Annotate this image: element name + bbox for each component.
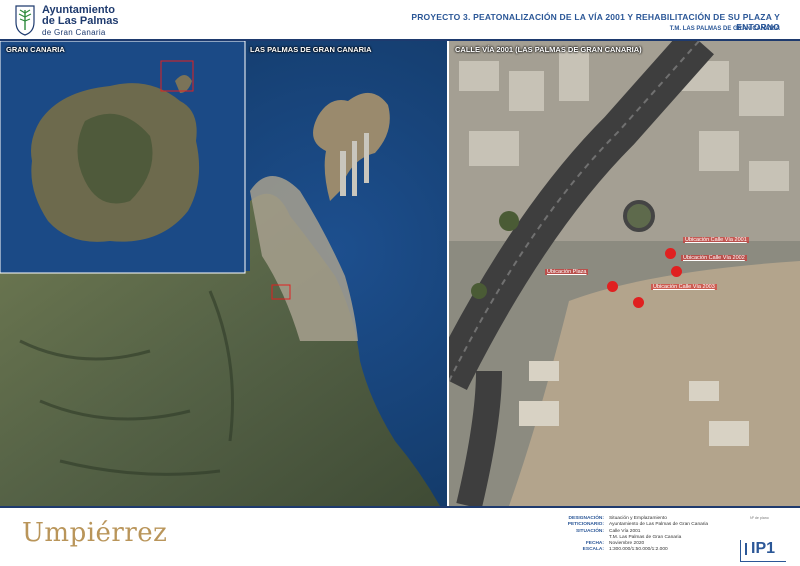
marker-via-2003[interactable] [633,297,644,308]
logo-line-3: de Gran Canaria [42,28,106,37]
plan-code: IP1 [751,540,776,557]
logo-line-2: de Las Palmas [42,15,119,27]
plan-number-box: IP1 [740,540,786,562]
plan-number-caption: Nº de plano [750,516,769,520]
municipal-crest-icon [15,5,35,36]
title-block-footer: Umpiérrez DESIGNACIÓN: Situación y Emplaz… [0,506,800,566]
marker-label-via-2001: Ubicación Calle Vía 2001 [683,237,749,243]
plan-bracket-icon [745,543,747,555]
street-satellite-image [449,41,800,506]
city-satellite-panel: GRAN CANARIA LAS PALMAS DE GRAN CANARIA [0,41,447,506]
marker-via-2002[interactable] [671,266,682,277]
escala-key: ESCALA: [582,547,604,553]
marker-label-via-2003: Ubicación Calle Vía 2003 [651,284,717,290]
city-satellite-image [0,41,447,506]
island-label: GRAN CANARIA [6,45,65,54]
header: Ayuntamiento de Las Palmas de Gran Canar… [0,0,800,41]
street-label: CALLE VÍA 2001 (LAS PALMAS DE GRAN CANAR… [455,45,642,54]
city-label: LAS PALMAS DE GRAN CANARIA [250,45,372,54]
project-subtitle: T.M. LAS PALMAS DE GRAN CANARIA [669,26,780,32]
marker-label-via-2002: Ubicación Calle Vía 2002 [681,255,747,261]
drawing-info: DESIGNACIÓN: Situación y Emplazamiento PE… [560,516,708,554]
marker-plaza[interactable] [607,281,618,292]
escala-value: 1:300.000/1:50.000/1:2.000 [609,547,668,553]
studio-brand: Umpiérrez [22,518,168,548]
marker-label-plaza: Ubicación Plaza [545,269,589,275]
institution-logo-text: Ayuntamiento de Las Palmas de Gran Canar… [42,5,118,38]
marker-via-2001[interactable] [665,248,676,259]
street-satellite-panel: CALLE VÍA 2001 (LAS PALMAS DE GRAN CANAR… [449,41,800,506]
